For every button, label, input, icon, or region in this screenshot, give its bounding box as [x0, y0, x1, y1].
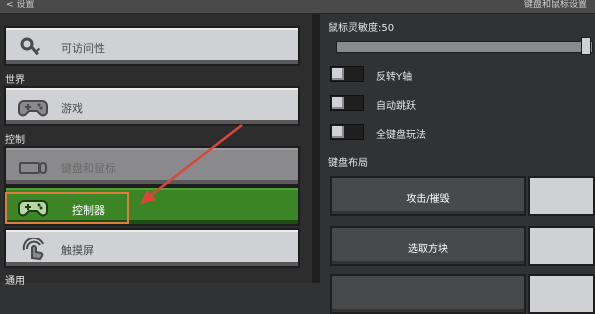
panel-divider [312, 14, 320, 283]
touch-icon [22, 238, 44, 260]
toggle-knob [332, 68, 344, 80]
toggle-auto-jump[interactable] [330, 95, 364, 111]
sidebar-item-label: 可访问性 [61, 42, 105, 55]
settings-content: 鼠标灵敏度:50 反转Y轴 自动跳跃 全键盘玩法 键盘布局 攻击/摧毁 选取方块 [320, 14, 595, 314]
sensitivity-slider-track[interactable] [336, 41, 593, 53]
sensitivity-label: 鼠标灵敏度:50 [328, 23, 395, 34]
sidebar-item-label: 游戏 [61, 102, 83, 115]
binding-action-label: 选取方块 [408, 244, 448, 255]
sidebar-item-accessibility[interactable]: 可访问性 [4, 26, 300, 66]
gamepad-icon [18, 100, 48, 117]
sensitivity-slider-handle[interactable] [581, 37, 591, 55]
sidebar-item-touch[interactable]: 触摸屏 [4, 228, 300, 268]
toggle-label: 自动跳跃 [376, 101, 416, 112]
section-header-world: 世界 [5, 75, 25, 86]
sidebar-item-keyboard-mouse[interactable]: 键盘和鼠标 [4, 146, 300, 186]
toggle-knob [332, 97, 344, 109]
section-header-controls: 控制 [5, 135, 25, 146]
binding-attack-destroy[interactable]: 攻击/摧毁 [330, 176, 526, 216]
toggle-label: 全键盘玩法 [376, 130, 426, 141]
key-icon [20, 37, 41, 56]
binding-pick-block[interactable]: 选取方块 [330, 226, 526, 266]
annotation-highlight-box [5, 192, 129, 224]
keyboard-layout-label: 键盘布局 [328, 158, 368, 169]
keyboard-mouse-icon [19, 162, 47, 174]
binding-key-button[interactable] [528, 274, 595, 314]
binding-key-button[interactable] [528, 176, 595, 216]
top-bar: < 设置 键盘和鼠标设置 [0, 0, 595, 14]
binding-row-partial[interactable] [330, 274, 526, 314]
sidebar-item-game[interactable]: 游戏 [4, 86, 300, 126]
toggle-label: 反转Y轴 [376, 72, 413, 83]
toggle-invert-y[interactable] [330, 66, 364, 82]
binding-action-label: 攻击/摧毁 [406, 194, 450, 205]
sidebar-item-label: 触摸屏 [61, 244, 94, 257]
back-button[interactable]: < 设置 [6, 0, 34, 10]
toggle-knob [332, 126, 344, 138]
settings-sidebar: 可访问性 世界 游戏 控制 键盘和鼠标 控制器 触摸屏 通用 [0, 14, 312, 287]
section-header-general: 通用 [5, 276, 25, 287]
toggle-full-keyboard[interactable] [330, 124, 364, 140]
binding-key-button[interactable] [528, 226, 595, 266]
page-title: 键盘和鼠标设置 [523, 0, 587, 10]
sidebar-item-label: 键盘和鼠标 [61, 162, 116, 175]
